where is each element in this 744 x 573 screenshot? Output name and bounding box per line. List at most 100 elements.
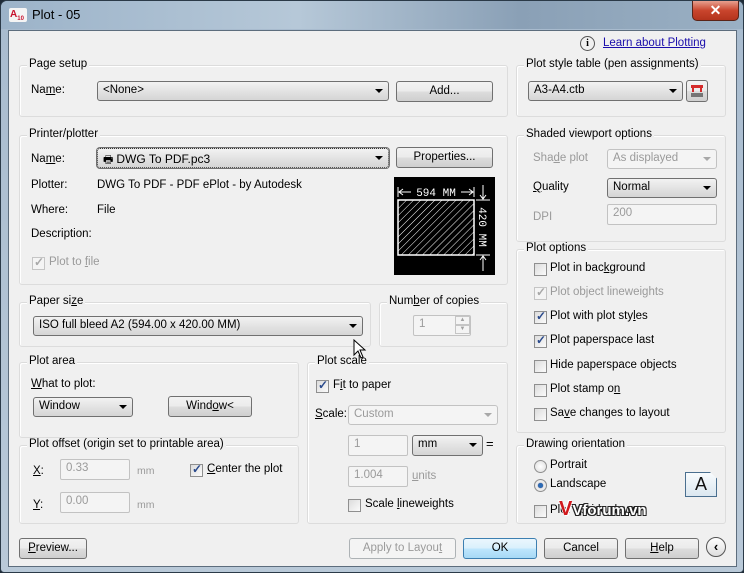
learn-about-plotting-link[interactable]: Learn about Plotting [603,37,706,49]
cancel-button[interactable]: Cancel [544,538,618,559]
shaded-viewport-group: Shaded viewport options Shade plot As di… [516,128,726,242]
plot-options-title: Plot options [524,242,589,254]
chevron-down-icon [375,89,383,93]
ok-button[interactable]: OK [463,538,537,559]
chevron-down-icon [703,186,711,190]
offset-y-value: 0.00 [66,495,89,507]
close-button[interactable]: ✕ [692,1,739,21]
copies-value: 1 [419,318,426,330]
what-to-plot-dropdown[interactable]: Window [33,397,133,417]
close-icon: ✕ [709,2,722,18]
plotter-icon: 🖶 [103,154,114,166]
window-select-button[interactable]: Window< [168,396,252,417]
quality-label: Quality [533,181,569,193]
chevron-down-icon [119,405,127,409]
plot-scale-group: Plot scale Fit to paper Scale: Custom 1 … [307,355,508,524]
plot-area-title: Plot area [27,355,78,367]
collapse-chevron-icon[interactable]: ‹ [706,537,726,557]
paper-size-value: ISO full bleed A2 (594.00 x 420.00 MM) [39,319,241,331]
paper-size-group: Paper size ISO full bleed A2 (594.00 x 4… [19,295,371,347]
copies-increment-button[interactable]: ▲ [455,316,470,325]
plot-to-file-checkbox[interactable] [32,255,45,270]
plot-stamp-on-label: Plot stamp on [550,383,621,395]
offset-x-unit: mm [137,465,155,477]
plot-style-table-dropdown[interactable]: A3-A4.ctb [528,81,683,101]
offset-x-input[interactable]: 0.33 [60,459,130,480]
scale-drawing-units-input[interactable]: 1.004 [348,466,408,487]
plot-options-group: Plot options Plot in background Plot obj… [516,242,726,433]
plot-paperspace-last-checkbox[interactable] [534,333,547,348]
portrait-radio[interactable] [534,460,547,473]
fit-to-paper-checkbox[interactable] [316,378,329,393]
hide-paperspace-objects-label: Hide paperspace objects [550,359,677,371]
plot-in-background-checkbox[interactable] [534,263,547,276]
plot-object-lineweights-label: Plot object lineweights [550,286,664,298]
copies-decrement-button[interactable]: ▼ [455,325,470,334]
printer-plotter-group: Printer/plotter Name: 🖶 DWG To PDF.pc3 Pr… [19,128,508,285]
scale-lineweights-checkbox[interactable] [348,499,361,512]
page-setup-name-label: Name: [31,84,65,96]
scale-value2: 1.004 [354,469,383,481]
plot-with-plot-styles-checkbox[interactable] [534,309,547,324]
center-the-plot-checkbox[interactable] [190,462,203,477]
offset-x-label: X: [33,465,44,477]
title-bar[interactable]: A10 Plot - 05 ✕ [1,1,743,29]
portrait-label: Portrait [550,459,588,471]
chevron-down-icon [349,324,357,328]
quality-dropdown[interactable]: Normal [607,178,717,198]
paper-preview-graphic: 594 MM 420 MM [397,185,490,271]
plot-style-table-group: Plot style table (pen assignments) A3-A4… [516,58,726,117]
printer-plotter-title: Printer/plotter [27,128,101,140]
dpi-input[interactable]: 200 [607,204,717,225]
offset-y-unit: mm [137,499,155,511]
landscape-orientation-icon: A [685,472,717,497]
paper-size-dropdown[interactable]: ISO full bleed A2 (594.00 x 420.00 MM) [33,316,363,336]
plot-style-table-title: Plot style table (pen assignments) [524,58,701,70]
plot-upside-down-checkbox[interactable] [534,505,547,518]
scale-lineweights-label: Scale lineweights [365,498,454,510]
printer-properties-button[interactable]: Properties... [396,147,493,168]
offset-y-input[interactable]: 0.00 [60,492,130,513]
save-changes-to-layout-checkbox[interactable] [534,408,547,421]
page-setup-name-dropdown[interactable]: <None> [97,81,389,101]
hide-paperspace-objects-checkbox[interactable] [534,360,547,373]
dpi-value: 200 [613,207,633,219]
plot-stamp-on-checkbox[interactable] [534,384,547,397]
help-button[interactable]: Help [625,538,699,559]
apply-to-layout-button[interactable]: Apply to Layout [349,538,456,559]
number-of-copies-group: Number of copies 1 ▲ ▼ [379,295,508,347]
edit-plot-style-button[interactable] [686,80,708,102]
number-of-copies-title: Number of copies [387,295,482,307]
info-icon: i [580,36,595,51]
autocad-app-icon: A10 [9,8,27,22]
plot-with-plot-styles-label: Plot with plot styles [550,310,648,322]
preview-button[interactable]: Preview... [19,538,87,559]
drawing-orientation-title: Drawing orientation [524,438,628,450]
add-page-setup-button[interactable]: Add... [396,81,493,102]
watermark-logo: V [559,498,573,520]
landscape-radio[interactable] [534,479,547,492]
paper-size-preview: 594 MM 420 MM [394,177,495,275]
plot-to-file-label: Plot to file [49,256,100,268]
landscape-label: Landscape [550,478,607,490]
shaded-viewport-title: Shaded viewport options [524,128,654,140]
scale-unit-value: mm [418,438,438,450]
printer-name-dropdown[interactable]: 🖶 DWG To PDF.pc3 [97,148,389,168]
printer-name-label: Name: [31,153,65,165]
shade-plot-label: Shade plot [533,152,589,164]
plot-style-table-value: A3-A4.ctb [534,84,585,96]
scale-value: Custom [354,408,394,420]
preview-height-label: 420 MM [475,207,487,247]
plot-object-lineweights-checkbox[interactable] [534,285,547,300]
chevron-down-icon [469,443,477,447]
plotter-value: DWG To PDF - PDF ePlot - by Autodesk [97,179,302,191]
orientation-icon-letter: A [694,474,707,494]
shade-plot-dropdown[interactable]: As displayed [607,149,717,169]
chevron-down-icon [669,89,677,93]
plot-offset-group: Plot offset (origin set to printable are… [19,438,299,524]
drawing-orientation-group: Drawing orientation Portrait Landscape P… [516,438,726,524]
scale-dropdown[interactable]: Custom [348,405,498,425]
scale-paper-units-input[interactable]: 1 [348,435,408,456]
scale-unit-dropdown[interactable]: mm [412,435,483,456]
printer-name-value: DWG To PDF.pc3 [116,152,211,166]
